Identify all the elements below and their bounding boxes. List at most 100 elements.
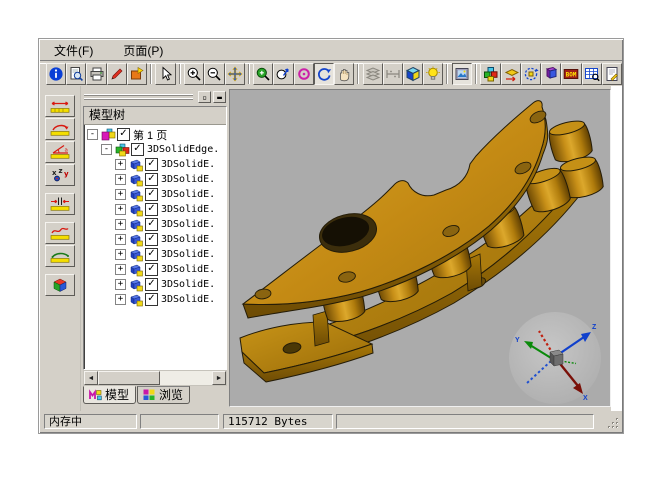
checkbox-checked[interactable]: ✓ (145, 188, 158, 201)
y-axis-label: Y (515, 337, 520, 344)
expand-icon[interactable]: + (115, 234, 126, 245)
menu-item-page[interactable]: 页面(P) (119, 41, 167, 60)
scroll-right-icon[interactable]: ► (212, 371, 226, 385)
tab-model[interactable]: 模型 (83, 386, 136, 404)
rotate-view-button[interactable] (314, 63, 334, 85)
checkbox-checked[interactable]: ✓ (145, 278, 158, 291)
checkbox-checked[interactable]: ✓ (131, 143, 144, 156)
expand-icon[interactable]: + (115, 189, 126, 200)
tree-part-row[interactable]: + ✓ 3DSolidE. (84, 157, 226, 172)
render-mode-button[interactable] (403, 63, 423, 85)
expand-icon[interactable]: + (115, 159, 126, 170)
tree-part-row[interactable]: + ✓ 3DSolidE. (84, 232, 226, 247)
export-image-button[interactable] (127, 63, 147, 85)
tab-model-label: 模型 (105, 386, 129, 403)
lighting-button[interactable] (423, 63, 443, 85)
distance-dimension-button[interactable] (45, 193, 75, 215)
tree-part-row[interactable]: + ✓ 3DSolidE. (84, 292, 226, 307)
select-cursor-button[interactable] (155, 63, 175, 85)
linear-dimension-button[interactable] (45, 95, 75, 117)
radius-dimension-button[interactable] (45, 118, 75, 140)
image-frame-button[interactable] (452, 63, 472, 85)
tree-part-row[interactable]: + ✓ 3DSolidE. (84, 277, 226, 292)
bom-button[interactable]: BOM (561, 63, 581, 85)
render-mode-icon (405, 66, 421, 82)
collapse-icon[interactable]: - (101, 144, 112, 155)
tree-assembly-row[interactable]: - ✓ 3DSolidEdge. (84, 142, 226, 157)
tree-part-label: 3DSolidE. (161, 264, 215, 275)
zoom-window-button[interactable] (253, 63, 273, 85)
checkbox-checked[interactable]: ✓ (145, 218, 158, 231)
gold-bracket-part[interactable]: X Y Z (230, 90, 610, 406)
expand-icon[interactable]: + (115, 264, 126, 275)
part-position-button[interactable] (501, 63, 521, 85)
angle-dimension-button[interactable]: a (45, 141, 75, 163)
coordinate-dimension-button[interactable]: xzy (45, 164, 75, 186)
checkbox-checked[interactable]: ✓ (145, 158, 158, 171)
zoom-out-button[interactable] (204, 63, 224, 85)
assembly-tree-button[interactable] (480, 63, 500, 85)
tree-part-row[interactable]: + ✓ 3DSolidE. (84, 247, 226, 262)
hide-panel-icon[interactable]: ▬ (213, 91, 226, 103)
rotate-center-button[interactable] (294, 63, 314, 85)
pan-button[interactable] (225, 63, 245, 85)
print-button[interactable] (86, 63, 106, 85)
svg-text:a: a (65, 148, 68, 154)
restore-panel-icon[interactable]: ▫ (198, 91, 211, 103)
info-button[interactable] (46, 63, 66, 85)
checkbox-checked[interactable]: ✓ (145, 248, 158, 261)
checkbox-checked[interactable]: ✓ (145, 263, 158, 276)
checkbox-checked[interactable]: ✓ (145, 203, 158, 216)
tree-horizontal-scrollbar[interactable]: ◄ ► (83, 370, 227, 386)
curve-length-button[interactable] (45, 222, 75, 244)
panel-gripper[interactable] (84, 94, 193, 102)
tab-browse-label: 浏览 (159, 386, 183, 403)
part-icon (128, 248, 145, 262)
3d-viewport[interactable]: X Y Z (229, 89, 611, 407)
tree-part-row[interactable]: + ✓ 3DSolidE. (84, 172, 226, 187)
tree-part-row[interactable]: + ✓ 3DSolidE. (84, 202, 226, 217)
expand-icon[interactable]: + (115, 279, 126, 290)
expand-icon[interactable]: + (115, 249, 126, 260)
radius-dimension-icon (48, 121, 72, 137)
checkbox-checked[interactable]: ✓ (117, 128, 130, 141)
part-position-icon (503, 66, 519, 82)
update-view-icon (523, 66, 539, 82)
tree-root-row[interactable]: - ✓ 第 1 页 (84, 127, 226, 142)
zoom-dynamic-button[interactable] (273, 63, 293, 85)
zoom-in-button[interactable] (184, 63, 204, 85)
collapse-icon[interactable]: - (87, 129, 98, 140)
resize-grip-icon[interactable] (607, 417, 620, 430)
arc-dimension-button[interactable] (45, 245, 75, 267)
tree-part-row[interactable]: + ✓ 3DSolidE. (84, 262, 226, 277)
checkbox-checked[interactable]: ✓ (145, 173, 158, 186)
checkbox-checked[interactable]: ✓ (145, 293, 158, 306)
expand-icon[interactable]: + (115, 219, 126, 230)
tree-assembly-label: 3DSolidEdge. (147, 144, 219, 155)
expand-icon[interactable]: + (115, 204, 126, 215)
tree-part-row[interactable]: + ✓ 3DSolidE. (84, 187, 226, 202)
menu-item-file[interactable]: 文件(F) (50, 41, 97, 60)
tree-part-label: 3DSolidE. (161, 159, 215, 170)
measure-icon (385, 66, 401, 82)
model-tree-panel: ▫ ▬ 模型树 - ✓ 第 1 页 - ✓ 3DSol (82, 86, 229, 411)
pan-hand-button[interactable] (334, 63, 354, 85)
annotate-pencil-button[interactable] (107, 63, 127, 85)
checkbox-checked[interactable]: ✓ (145, 233, 158, 246)
print-preview-button[interactable] (66, 63, 86, 85)
expand-icon[interactable]: + (115, 174, 126, 185)
table-view-button[interactable] (582, 63, 602, 85)
layers-button[interactable] (363, 63, 383, 85)
expand-icon[interactable]: + (115, 294, 126, 305)
measure-button[interactable] (383, 63, 403, 85)
update-view-button[interactable] (521, 63, 541, 85)
tab-browse[interactable]: 浏览 (137, 386, 190, 404)
scrollbar-thumb[interactable] (98, 371, 160, 385)
scroll-left-icon[interactable]: ◄ (84, 371, 98, 385)
right-filler (611, 86, 622, 411)
view-box-button[interactable] (45, 274, 75, 296)
report-button[interactable] (602, 63, 622, 85)
solid-display-button[interactable] (541, 63, 561, 85)
tree-part-row[interactable]: + ✓ 3DSolidE. (84, 217, 226, 232)
scrollbar-track[interactable] (160, 371, 212, 385)
